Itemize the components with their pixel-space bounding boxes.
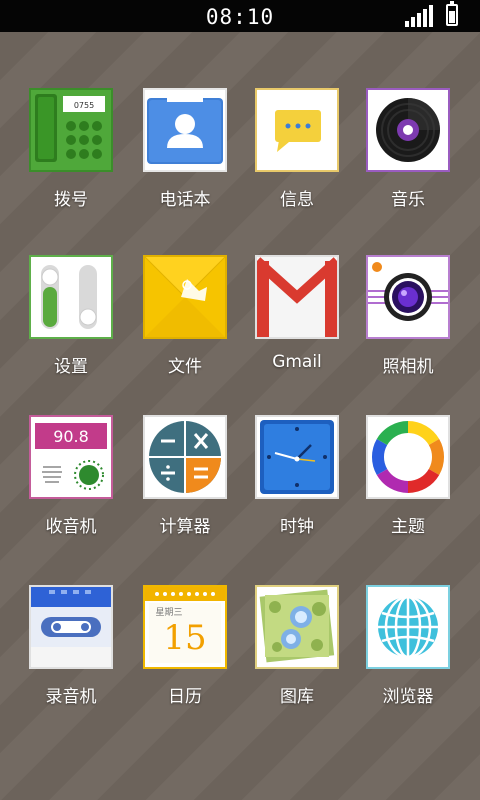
app-label: 照相机 [382,357,434,377]
app-label: 音乐 [391,190,425,210]
globe-icon [366,585,450,669]
envelope-icon [143,255,227,339]
app-files[interactable]: 文件 [130,255,240,395]
app-recorder[interactable]: 录音机 [16,585,126,725]
message-bubble-icon [255,88,339,172]
toggle-switch-icon [29,255,113,339]
signal-bars-icon [405,5,439,27]
battery-icon [446,1,458,26]
contacts-icon [143,88,227,172]
calendar-day: 15 [163,618,206,658]
app-label: 主题 [391,517,425,537]
app-dialer[interactable]: 0755 拨号 [16,88,126,228]
app-label: 浏览器 [382,687,434,707]
app-calculator[interactable]: 计算器 [130,415,240,555]
status-bar: 08:10 [0,0,480,32]
app-gmail[interactable]: Gmail [242,255,352,395]
app-theme[interactable]: 主题 [353,415,463,555]
app-label: 收音机 [45,517,97,537]
svg-text:0755: 0755 [74,101,94,110]
app-calendar[interactable]: 星期三 15 日历 [130,585,240,725]
photo-icon [255,585,339,669]
app-contacts[interactable]: 电话本 [130,88,240,228]
app-gallery[interactable]: 图库 [242,585,352,725]
app-clock[interactable]: 时钟 [242,415,352,555]
app-camera[interactable]: 照相机 [353,255,463,395]
calendar-icon: 星期三 15 [143,585,227,669]
calculator-icon [143,415,227,499]
phone-icon: 0755 [29,88,113,172]
radio-icon: 90.8 [29,415,113,499]
color-wheel-icon [366,415,450,499]
app-label: 日历 [168,687,202,707]
calendar-weekday: 星期三 [155,607,182,618]
camera-lens-icon [366,255,450,339]
app-label: 录音机 [45,687,97,707]
app-settings[interactable]: 设置 [16,255,126,395]
app-messages[interactable]: 信息 [242,88,352,228]
app-label: 拨号 [54,190,88,210]
radio-frequency: 90.8 [53,427,89,446]
clock-icon [255,415,339,499]
app-label: 设置 [54,357,88,377]
app-radio[interactable]: 90.8 收音机 [16,415,126,555]
gmail-m-icon [255,255,339,339]
app-label: 计算器 [159,517,211,537]
app-music[interactable]: 音乐 [353,88,463,228]
app-label: 文件 [168,357,202,377]
app-label: 电话本 [159,190,211,210]
app-browser[interactable]: 浏览器 [353,585,463,725]
vinyl-record-icon [366,88,450,172]
cassette-icon [29,585,113,669]
